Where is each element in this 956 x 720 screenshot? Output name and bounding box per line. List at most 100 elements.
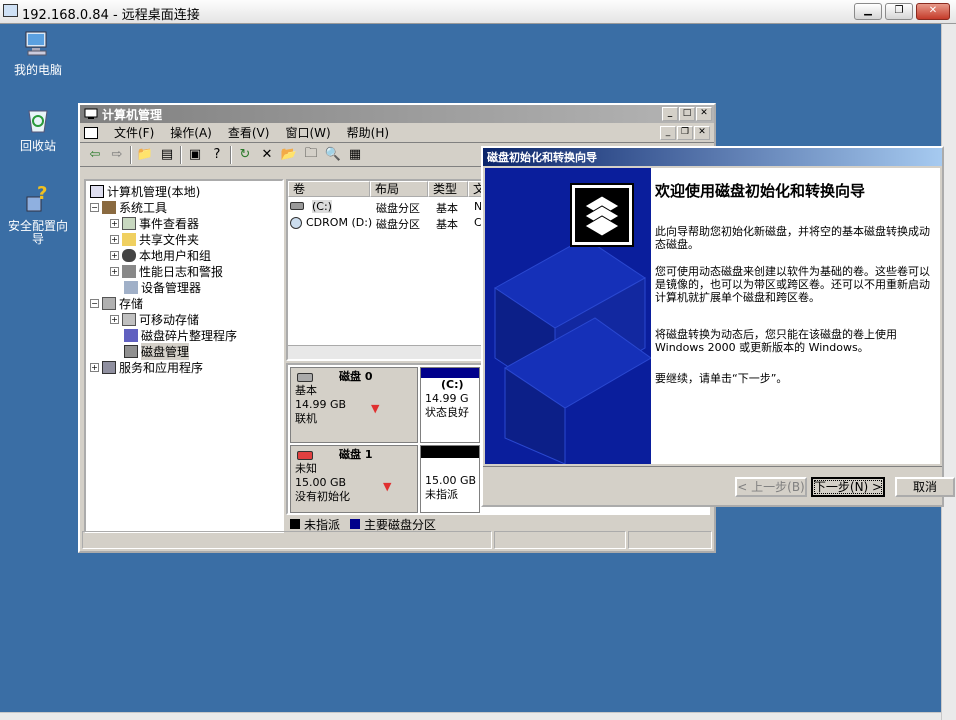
red-arrow-icon: ▼ — [371, 402, 380, 415]
tree-root[interactable]: 计算机管理(本地) — [90, 183, 200, 200]
mmc-minimize-button[interactable]: _ — [662, 107, 678, 121]
menu-window[interactable]: 窗口(W) — [285, 124, 330, 141]
up-folder-icon[interactable]: 📁 — [136, 146, 154, 164]
properties-icon[interactable]: ▣ — [186, 146, 204, 164]
child-close-button[interactable]: ✕ — [694, 125, 710, 140]
partition-c[interactable]: (C:) 14.99 G 状态良好 — [420, 367, 480, 443]
shared-folder-icon — [122, 233, 136, 246]
rdp-minimize-button[interactable]: ▁ — [854, 3, 882, 20]
menu-action[interactable]: 操作(A) — [170, 124, 212, 141]
wizard-title-bar: 磁盘初始化和转换向导 — [483, 148, 942, 166]
wizard-paragraph: 要继续，请单击“下一步”。 — [655, 372, 788, 385]
wizard-content: 欢迎使用磁盘初始化和转换向导 此向导帮助您初始化新磁盘，并将空的基本磁盘转换成动… — [651, 168, 940, 464]
unallocated-bar — [421, 446, 479, 458]
wizard-heading: 欢迎使用磁盘初始化和转换向导 — [655, 182, 866, 200]
desktop-icon-security-wizard[interactable]: ? 安全配置向导 — [6, 184, 70, 246]
tree-perf-logs[interactable]: + 性能日志和警报 — [110, 263, 223, 280]
wizard-paragraph: 将磁盘转换为动态后，您只能在该磁盘的卷上使用 Windows 2000 或更新版… — [655, 328, 897, 354]
wizard-paragraph: 此向导帮助您初始化新磁盘，并将空的基本磁盘转换成动态磁盘。 — [655, 225, 930, 251]
users-icon — [122, 249, 136, 262]
disk-icon — [297, 373, 313, 382]
tree-defrag[interactable]: 磁盘碎片整理程序 — [124, 327, 237, 344]
back-arrow-icon[interactable]: ⇦ — [86, 146, 104, 164]
tree-removable-storage[interactable]: + 可移动存储 — [110, 311, 199, 328]
stacked-disks-watermark-icon — [494, 183, 651, 464]
disk-error-icon — [297, 451, 313, 460]
child-window-icon[interactable] — [84, 126, 98, 139]
services-icon — [102, 361, 116, 374]
menu-help[interactable]: 帮助(H) — [347, 124, 389, 141]
rdp-title: 192.168.0.84 - 远程桌面连接 — [22, 8, 200, 23]
computer-icon — [22, 28, 54, 60]
menu-file[interactable]: 文件(F) — [114, 124, 154, 141]
performance-icon — [122, 265, 136, 278]
mmc-close-button[interactable]: ✕ — [696, 107, 712, 121]
computer-management-icon — [90, 185, 104, 198]
disk-management-icon — [124, 345, 138, 358]
tree-event-viewer[interactable]: + 事件查看器 — [110, 215, 199, 232]
desktop-icon-label: 回收站 — [19, 139, 56, 153]
column-header-volume[interactable]: 卷 — [288, 181, 370, 197]
rdp-close-button[interactable]: ✕ — [916, 3, 950, 20]
desktop-icon-recycle-bin[interactable]: 回收站 — [6, 104, 70, 153]
toolbox-icon — [102, 201, 116, 214]
back-button[interactable]: < 上一步(B) — [735, 477, 807, 497]
tree-storage[interactable]: − 存储 — [90, 295, 143, 312]
security-wizard-icon: ? — [22, 184, 54, 216]
wizard-button-row: < 上一步(B) 下一步(N) > 取消 — [483, 466, 955, 504]
delete-icon[interactable]: ✕ — [258, 146, 276, 164]
cancel-button[interactable]: 取消 — [895, 477, 955, 497]
desktop-icon-label: 安全配置向导 — [7, 219, 68, 246]
mmc-maximize-button[interactable]: □ — [679, 107, 695, 121]
tree-shared-folders[interactable]: + 共享文件夹 — [110, 231, 199, 248]
cdrom-icon — [290, 217, 302, 229]
tree-services-apps[interactable]: + 服务和应用程序 — [90, 359, 203, 376]
drive-icon — [290, 202, 304, 210]
svg-text:?: ? — [37, 185, 47, 204]
child-minimize-button[interactable]: _ — [660, 125, 676, 140]
mmc-title-bar: 计算机管理 _ □ ✕ — [80, 105, 714, 123]
column-header-type[interactable]: 类型 — [428, 181, 468, 197]
rdp-restore-button[interactable]: ❐ — [885, 3, 913, 20]
column-header-layout[interactable]: 布局 — [370, 181, 428, 197]
wizard-title: 磁盘初始化和转换向导 — [487, 151, 597, 164]
search-icon[interactable]: 🔍 — [324, 146, 342, 164]
mmc-menubar: 文件(F) 操作(A) 查看(V) 窗口(W) 帮助(H) _ ❐ ✕ — [80, 123, 714, 143]
child-restore-button[interactable]: ❐ — [677, 125, 693, 140]
console-tree: 计算机管理(本地) − 系统工具 + 事件查看器 + 共享文件夹 + 本地用户和组 + 性… — [84, 179, 284, 533]
disk-properties-icon[interactable]: ▦ — [346, 146, 364, 164]
tree-disk-management[interactable]: 磁盘管理 — [124, 343, 190, 360]
disk-0-info[interactable]: 磁盘 0 基本 14.99 GB 联机 ▼ — [290, 367, 418, 443]
remote-desktop-icon — [3, 4, 18, 17]
wizard-paragraph: 您可使用动态磁盘来创建以软件为基础的卷。这些卷可以是镜像的，也可以为带区或跨区卷… — [655, 265, 930, 304]
recycle-bin-icon — [22, 104, 54, 136]
storage-icon — [102, 297, 116, 310]
show-tree-icon[interactable]: ▤ — [158, 146, 176, 164]
help-icon[interactable]: ? — [208, 146, 226, 164]
desktop-icon-my-computer[interactable]: 我的电脑 — [6, 28, 70, 77]
unallocated-swatch — [290, 519, 300, 529]
tree-local-users[interactable]: + 本地用户和组 — [110, 247, 211, 264]
tree-device-manager[interactable]: 设备管理器 — [124, 279, 201, 296]
computer-management-icon — [84, 108, 98, 119]
next-button[interactable]: 下一步(N) > — [811, 477, 885, 497]
disk-1-info[interactable]: 磁盘 1 未知 15.00 GB 没有初始化 ▼ — [290, 445, 418, 513]
menu-view[interactable]: 查看(V) — [228, 124, 270, 141]
disk-init-wizard: 磁盘初始化和转换向导 欢迎使用磁盘初始化和转换向导 此向导帮助您初始化新磁盘，并… — [481, 146, 955, 507]
device-manager-icon — [124, 281, 138, 294]
defrag-icon — [124, 329, 138, 342]
wizard-banner — [485, 168, 651, 464]
refresh-icon[interactable]: ↻ — [236, 146, 254, 164]
mmc-title: 计算机管理 — [102, 107, 163, 122]
desktop-icon-label: 我的电脑 — [13, 63, 62, 77]
primary-swatch — [350, 519, 361, 529]
removable-storage-icon — [122, 313, 136, 326]
event-viewer-icon — [122, 217, 136, 230]
rdp-horizontal-scrollbar[interactable] — [0, 712, 941, 720]
primary-partition-bar — [421, 368, 479, 378]
forward-arrow-icon[interactable]: ⇨ — [108, 146, 126, 164]
partition-unallocated[interactable]: 15.00 GB 未指派 — [420, 445, 480, 513]
tree-system-tools[interactable]: − 系统工具 — [90, 199, 167, 216]
folder-icon[interactable]: 🗀 — [302, 146, 320, 164]
open-folder-icon[interactable]: 📂 — [280, 146, 298, 164]
